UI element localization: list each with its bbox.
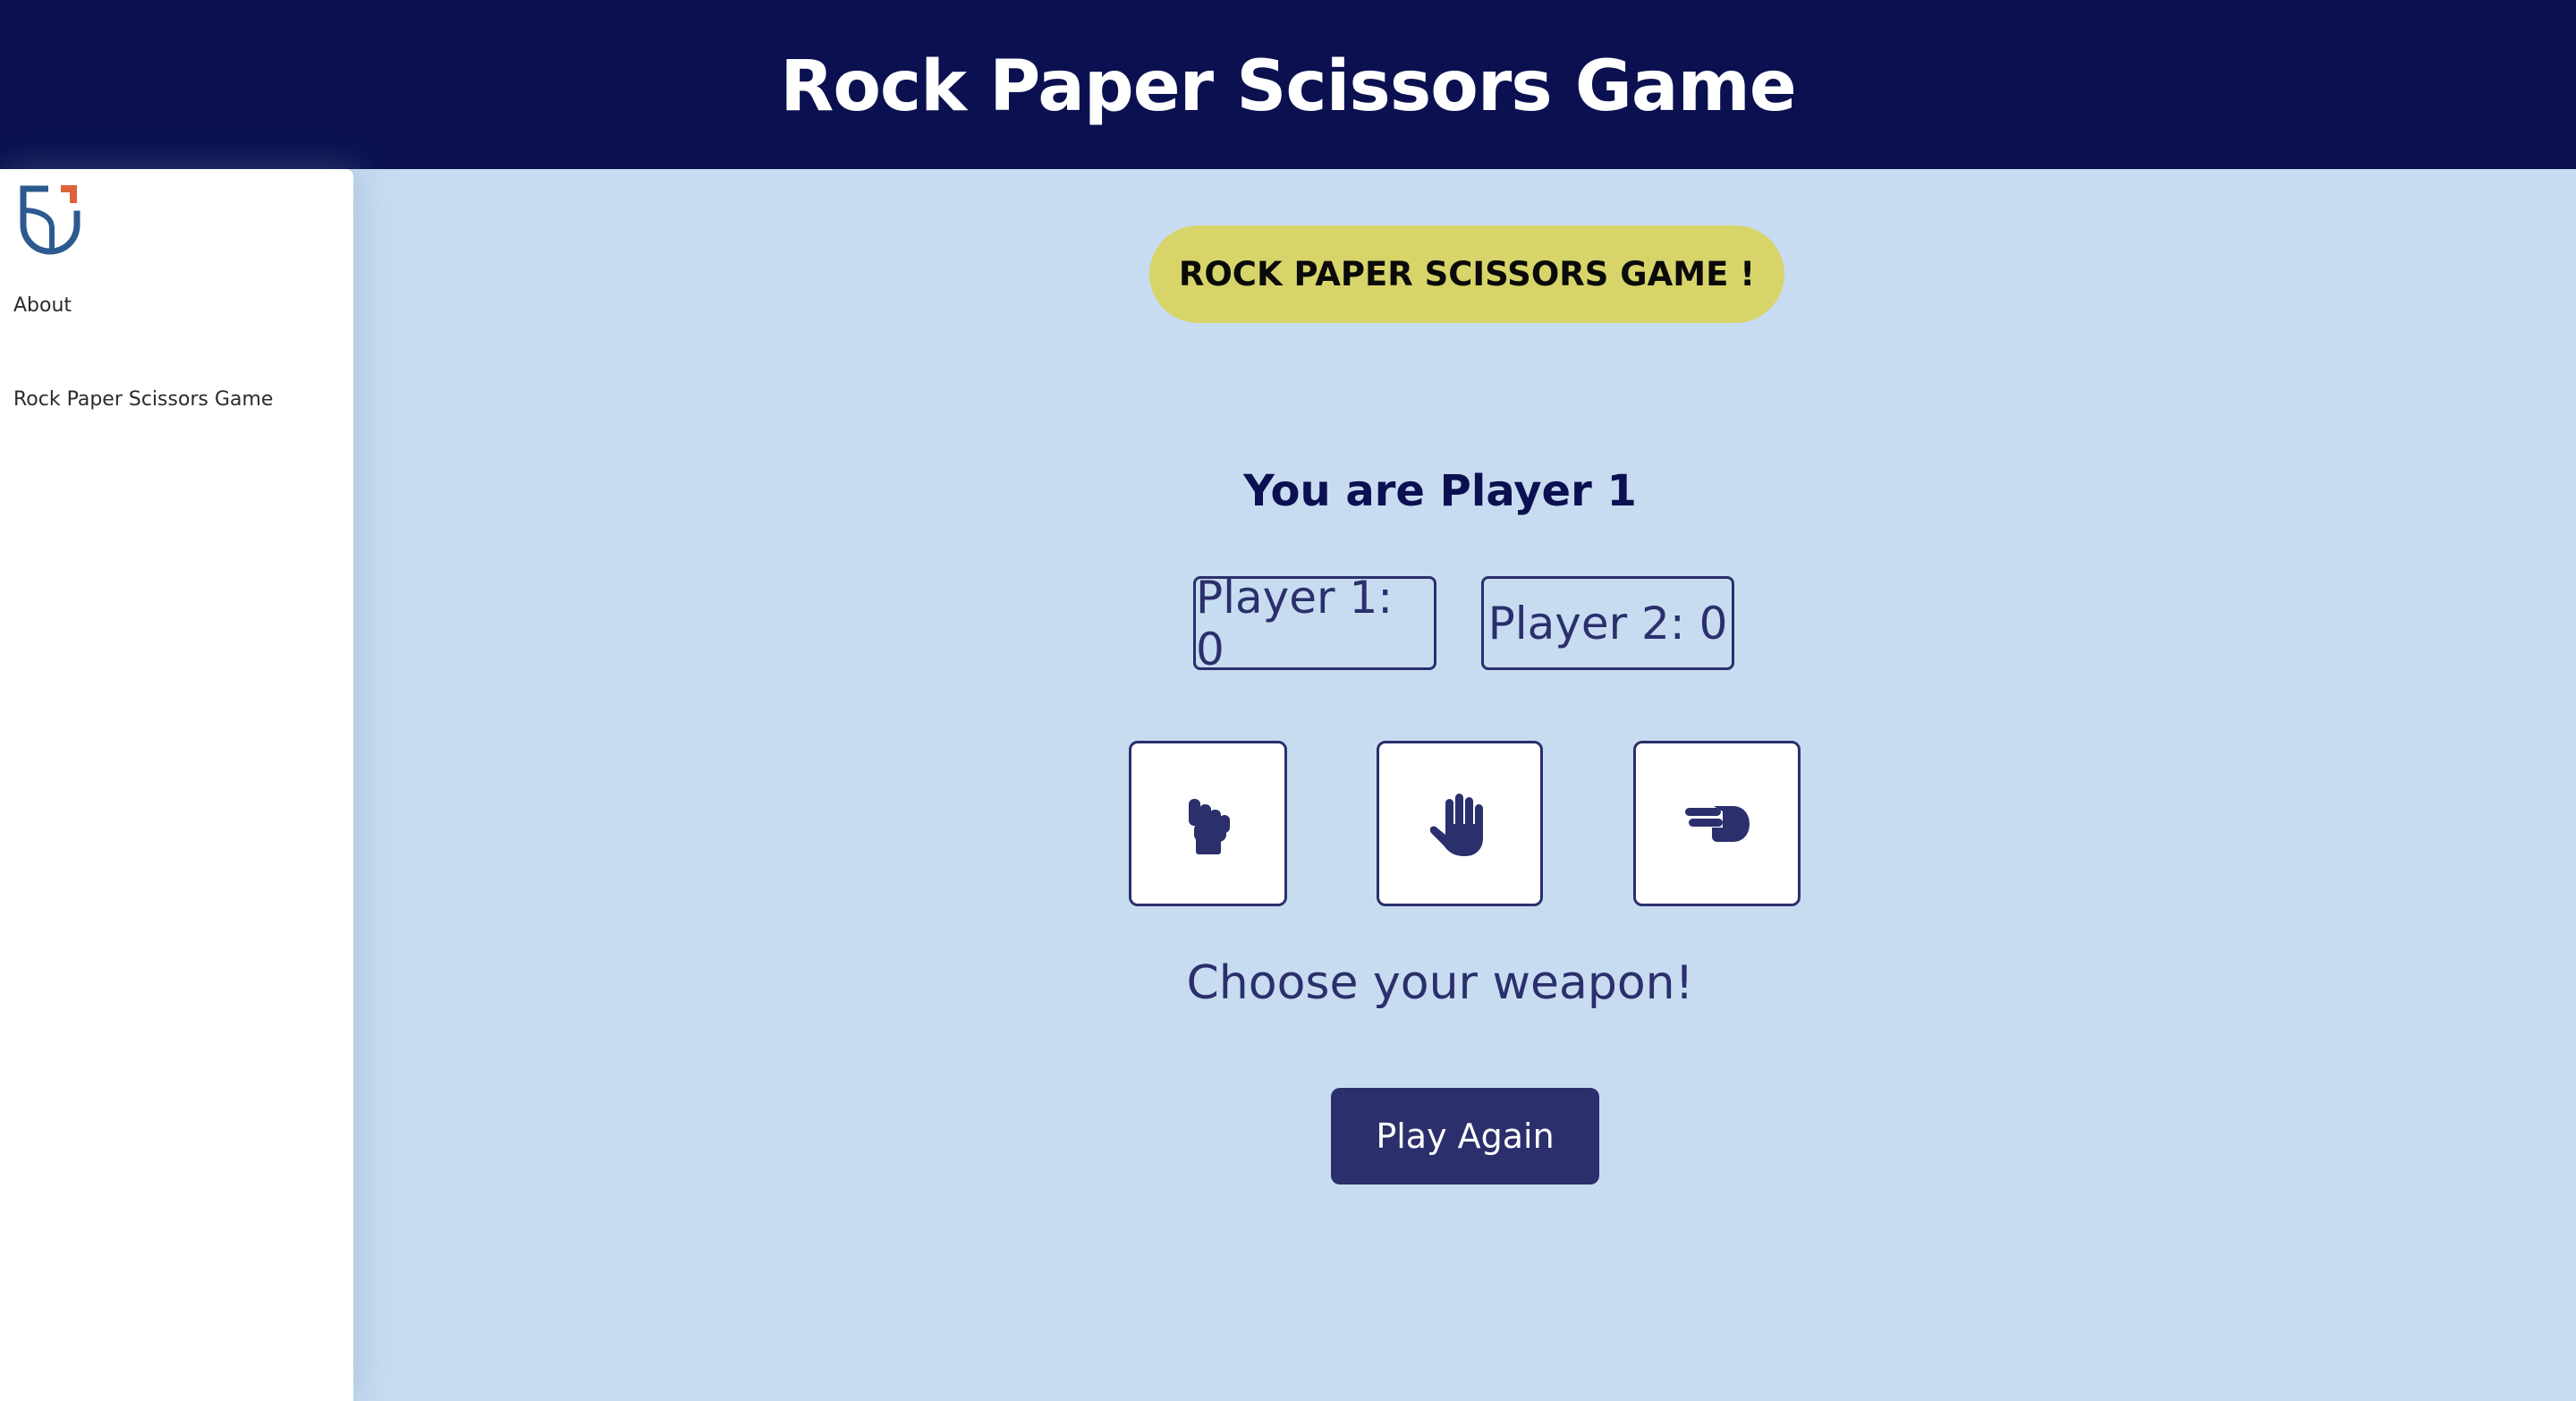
paper-button[interactable]	[1377, 741, 1543, 906]
shield-logo-icon[interactable]	[18, 183, 82, 255]
scissors-hand-icon	[1684, 805, 1750, 842]
player-label: You are Player 1	[1243, 466, 1637, 516]
play-again-button[interactable]: Play Again	[1331, 1088, 1599, 1184]
player-1-score: Player 1: 0	[1193, 572, 1436, 675]
page-header: Rock Paper Scissors Game	[0, 0, 2576, 169]
sidebar: About Rock Paper Scissors Game	[0, 169, 353, 1401]
sidebar-item-rock-paper-scissors-game[interactable]: Rock Paper Scissors Game	[13, 388, 273, 411]
sidebar-item-about[interactable]: About	[13, 294, 72, 317]
rock-hand-icon	[1188, 798, 1230, 854]
rock-button[interactable]	[1129, 741, 1287, 906]
game-title-banner[interactable]: ROCK PAPER SCISSORS GAME !	[1149, 225, 1784, 323]
game-area: ROCK PAPER SCISSORS GAME ! You are Playe…	[353, 169, 2576, 1401]
scissors-button[interactable]	[1633, 741, 1801, 906]
status-message: Choose your weapon!	[1186, 956, 1694, 1010]
paper-hand-icon	[1429, 793, 1483, 856]
player-2-score: Player 2: 0	[1481, 576, 1734, 670]
page-title: Rock Paper Scissors Game	[780, 46, 1796, 127]
